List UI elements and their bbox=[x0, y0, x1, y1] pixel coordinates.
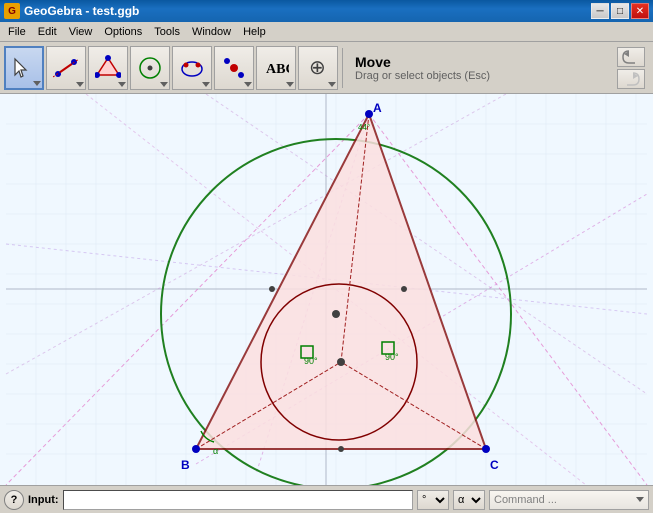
svg-text:44°: 44° bbox=[358, 123, 370, 132]
redo-button[interactable] bbox=[617, 69, 645, 89]
toolbar-divider bbox=[342, 48, 343, 88]
menu-edit[interactable]: Edit bbox=[32, 24, 63, 40]
geometry-canvas[interactable]: 90° 90° α A 44° B C bbox=[0, 94, 653, 485]
minimize-button[interactable]: ─ bbox=[591, 3, 609, 19]
undo-button[interactable] bbox=[617, 47, 645, 67]
svg-text:⊕: ⊕ bbox=[309, 57, 326, 79]
svg-text:C: C bbox=[490, 458, 499, 472]
command-dropdown[interactable]: Command ... bbox=[489, 490, 649, 510]
input-field[interactable] bbox=[63, 490, 413, 510]
tool-name: Move bbox=[355, 54, 607, 70]
tool-transform[interactable]: ⊕ bbox=[298, 46, 338, 90]
tool-polygon[interactable] bbox=[88, 46, 128, 90]
window-title: GeoGebra - test.ggb bbox=[24, 4, 591, 18]
svg-text:90°: 90° bbox=[304, 356, 318, 366]
degree-select[interactable]: ° bbox=[417, 490, 449, 510]
svg-text:B: B bbox=[181, 458, 190, 472]
maximize-button[interactable]: □ bbox=[611, 3, 629, 19]
menu-view[interactable]: View bbox=[63, 24, 99, 40]
close-button[interactable]: ✕ bbox=[631, 3, 649, 19]
svg-text:α: α bbox=[213, 446, 218, 456]
menubar: File Edit View Options Tools Window Help bbox=[0, 22, 653, 42]
svg-text:ABC: ABC bbox=[266, 62, 289, 77]
tool-line[interactable] bbox=[46, 46, 86, 90]
bottombar: ? Input: ° α Command ... bbox=[0, 485, 653, 513]
help-button[interactable]: ? bbox=[4, 490, 24, 510]
command-placeholder: Command ... bbox=[494, 494, 557, 506]
canvas-area[interactable]: 90° 90° α A 44° B C bbox=[0, 94, 653, 485]
command-dropdown-arrow bbox=[636, 497, 644, 502]
titlebar: G GeoGebra - test.ggb ─ □ ✕ bbox=[0, 0, 653, 22]
svg-text:A: A bbox=[373, 101, 382, 115]
tool-info: Move Drag or select objects (Esc) bbox=[347, 50, 615, 86]
svg-text:90°: 90° bbox=[385, 352, 399, 362]
tool-text[interactable]: ABC bbox=[256, 46, 296, 90]
tool-conic[interactable] bbox=[172, 46, 212, 90]
menu-help[interactable]: Help bbox=[237, 24, 272, 40]
tool-point[interactable] bbox=[214, 46, 254, 90]
menu-window[interactable]: Window bbox=[186, 24, 237, 40]
toolbar: ABC ⊕ Move Drag or select objects (Esc) bbox=[0, 42, 653, 94]
menu-options[interactable]: Options bbox=[98, 24, 148, 40]
tool-circle[interactable] bbox=[130, 46, 170, 90]
tool-desc: Drag or select objects (Esc) bbox=[355, 70, 607, 82]
menu-tools[interactable]: Tools bbox=[148, 24, 186, 40]
input-label: Input: bbox=[28, 494, 59, 506]
undo-redo-container bbox=[617, 47, 649, 89]
app-icon: G bbox=[4, 3, 20, 19]
alpha-select[interactable]: α bbox=[453, 490, 485, 510]
menu-file[interactable]: File bbox=[2, 24, 32, 40]
window-controls: ─ □ ✕ bbox=[591, 3, 649, 19]
tool-move[interactable] bbox=[4, 46, 44, 90]
